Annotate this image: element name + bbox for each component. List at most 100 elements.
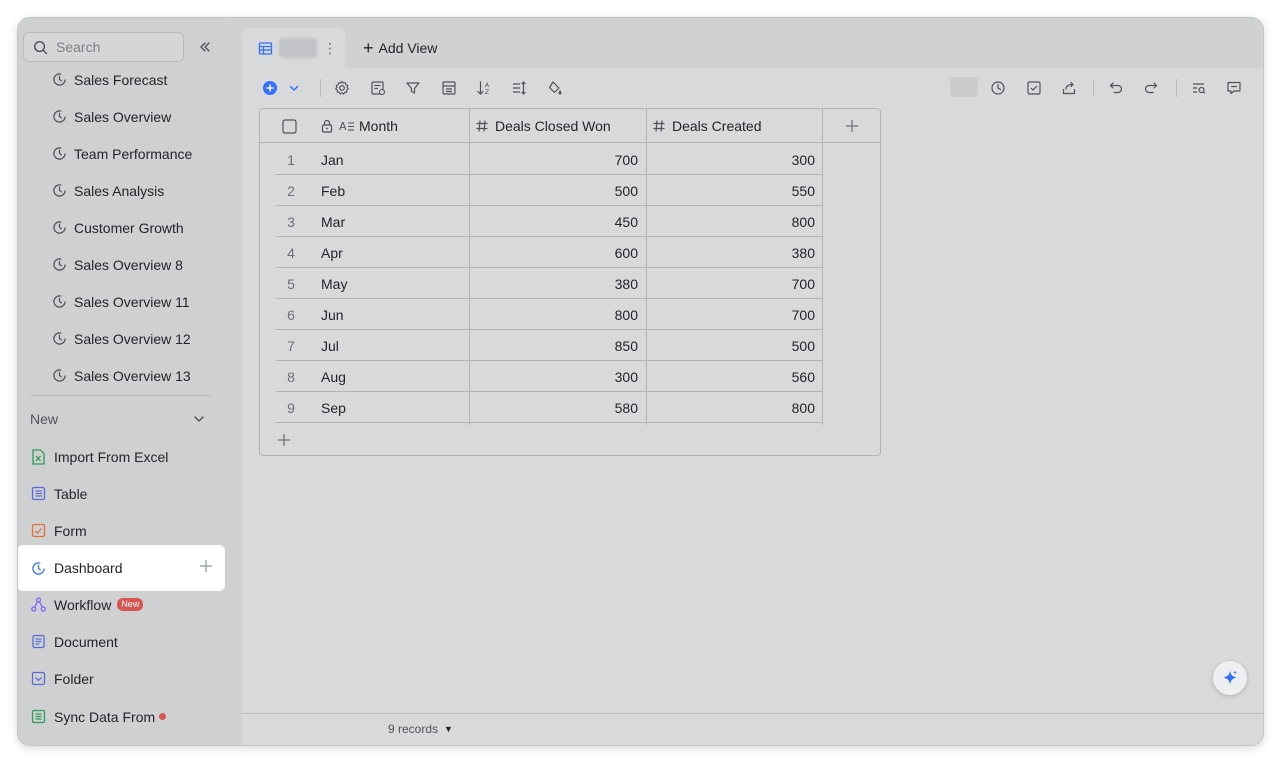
share-button[interactable]	[1059, 78, 1079, 98]
row-height-button[interactable]	[509, 78, 529, 98]
cell-deals-created[interactable]: 700	[646, 268, 815, 299]
cell-deals-created[interactable]: 800	[646, 206, 815, 237]
add-record-dropdown[interactable]	[284, 78, 304, 98]
fill-color-button[interactable]	[545, 78, 565, 98]
table-row[interactable]: 5 May 380 700	[276, 268, 822, 299]
new-workflow-button[interactable]: Workflow New	[30, 586, 210, 623]
table-row[interactable]: 7 Jul 850 500	[276, 330, 822, 361]
cell-deals-closed-won[interactable]: 580	[469, 392, 638, 423]
cell-deals-closed-won[interactable]: 500	[469, 175, 638, 206]
undo-button[interactable]	[1106, 78, 1126, 98]
cell-month[interactable]: Sep	[321, 392, 346, 423]
comment-button[interactable]	[1224, 78, 1244, 98]
cell-month[interactable]: Jul	[321, 330, 339, 361]
import-from-excel-button[interactable]: Import From Excel	[30, 438, 210, 475]
field-settings-button[interactable]	[368, 78, 388, 98]
cell-month[interactable]: Feb	[321, 175, 345, 206]
dashboard-item[interactable]: Sales Forecast	[52, 61, 167, 98]
cell-month[interactable]: May	[321, 268, 347, 299]
add-row-button[interactable]	[276, 432, 292, 448]
svg-text:A: A	[339, 120, 347, 133]
group-button[interactable]	[439, 78, 459, 98]
collapse-sidebar-button[interactable]	[196, 38, 214, 56]
toolbar-divider	[320, 79, 321, 97]
sort-button[interactable]: AZ	[474, 78, 494, 98]
plus-icon[interactable]	[199, 559, 213, 573]
cell-deals-closed-won[interactable]: 380	[469, 268, 638, 299]
dashboard-item[interactable]: Sales Analysis	[52, 172, 164, 209]
caret-down-icon: ▼	[444, 724, 453, 734]
sync-data-from-button[interactable]: Sync Data From	[30, 698, 210, 735]
new-dashboard-button[interactable]: Dashboard	[19, 547, 223, 589]
record-count-label: 9 records	[388, 722, 439, 736]
new-section-label: New	[30, 411, 59, 427]
filter-button[interactable]	[403, 78, 423, 98]
dashboard-item[interactable]: Sales Overview 13	[52, 357, 191, 394]
dashboard-item[interactable]: Sales Overview 12	[52, 320, 191, 357]
new-folder-button[interactable]: Folder	[30, 660, 210, 697]
table-row[interactable]: 4 Apr 600 380	[276, 237, 822, 268]
cell-deals-created[interactable]: 500	[646, 330, 815, 361]
checkbox-tool-button[interactable]	[1024, 78, 1044, 98]
cell-month[interactable]: Jan	[321, 144, 344, 175]
add-column-button[interactable]	[845, 109, 859, 143]
table-row[interactable]: 2 Feb 500 550	[276, 175, 822, 206]
dashboard-item-label: Customer Growth	[74, 219, 184, 236]
column-header-deals-created[interactable]: Deals Created	[652, 109, 762, 143]
table-row[interactable]: 1 Jan 700 300	[276, 144, 822, 175]
cell-deals-closed-won[interactable]: 300	[469, 361, 638, 392]
dashboard-item-label: Sales Overview 11	[74, 293, 190, 310]
table-row[interactable]: 6 Jun 800 700	[276, 299, 822, 330]
number-field-icon	[653, 120, 665, 132]
cell-deals-closed-won[interactable]: 450	[469, 206, 638, 237]
cell-deals-created[interactable]: 550	[646, 175, 815, 206]
table-row[interactable]: 8 Aug 300 560	[276, 361, 822, 392]
cell-deals-closed-won[interactable]: 800	[469, 299, 638, 330]
dashboard-item[interactable]: Team Performance	[52, 135, 192, 172]
ai-assistant-button[interactable]	[1213, 661, 1247, 695]
new-table-button[interactable]: Table	[30, 475, 210, 512]
lock-icon	[321, 119, 333, 133]
column-header-label: Deals Created	[672, 118, 762, 134]
dashboard-item-label: Sales Forecast	[74, 71, 168, 88]
column-header-deals-closed-won[interactable]: Deals Closed Won	[475, 109, 611, 143]
add-view-button[interactable]: + Add View	[363, 28, 437, 68]
history-button[interactable]	[988, 78, 1008, 98]
settings-button[interactable]	[332, 78, 352, 98]
cell-deals-closed-won[interactable]: 600	[469, 237, 638, 268]
new-document-button[interactable]: Document	[30, 623, 210, 660]
new-form-button[interactable]: Form	[30, 512, 210, 549]
cell-deals-closed-won[interactable]: 850	[469, 330, 638, 361]
find-button[interactable]	[1189, 78, 1209, 98]
share-icon	[1062, 81, 1076, 95]
cell-month[interactable]: Apr	[321, 237, 343, 268]
cell-month[interactable]: Aug	[321, 361, 346, 392]
column-header-month[interactable]: A Month	[320, 109, 398, 143]
select-all-checkbox[interactable]	[282, 109, 298, 143]
new-section-header[interactable]: New	[30, 408, 206, 430]
view-tab-grid[interactable]: ⋮	[242, 28, 345, 68]
cell-deals-created[interactable]: 560	[646, 361, 815, 392]
add-record-button[interactable]	[260, 78, 280, 98]
cell-deals-closed-won[interactable]: 700	[469, 144, 638, 175]
search-input[interactable]: Search	[23, 32, 184, 62]
cell-deals-created[interactable]: 380	[646, 237, 815, 268]
cell-deals-created[interactable]: 700	[646, 299, 815, 330]
row-number: 2	[287, 182, 295, 199]
dashboard-icon	[53, 221, 66, 234]
record-count[interactable]: 9 records ▼	[388, 722, 453, 736]
table-row[interactable]: 3 Mar 450 800	[276, 206, 822, 237]
sync-icon	[30, 709, 46, 725]
dashboard-item[interactable]: Customer Growth	[52, 209, 184, 246]
cell-deals-created[interactable]: 800	[646, 392, 815, 423]
more-icon[interactable]: ⋮	[323, 40, 337, 57]
dashboard-item[interactable]: Sales Overview 11	[52, 283, 190, 320]
dashboard-item[interactable]: Sales Overview 8	[52, 246, 183, 283]
cell-deals-created[interactable]: 300	[646, 144, 815, 175]
cell-month[interactable]: Jun	[321, 299, 344, 330]
dashboard-item[interactable]: Sales Overview	[52, 98, 171, 135]
redo-button[interactable]	[1141, 78, 1161, 98]
cell-month[interactable]: Mar	[321, 206, 345, 237]
dashboard-item-label: Sales Overview 13	[74, 367, 191, 384]
table-row[interactable]: 9 Sep 580 800	[276, 392, 822, 423]
